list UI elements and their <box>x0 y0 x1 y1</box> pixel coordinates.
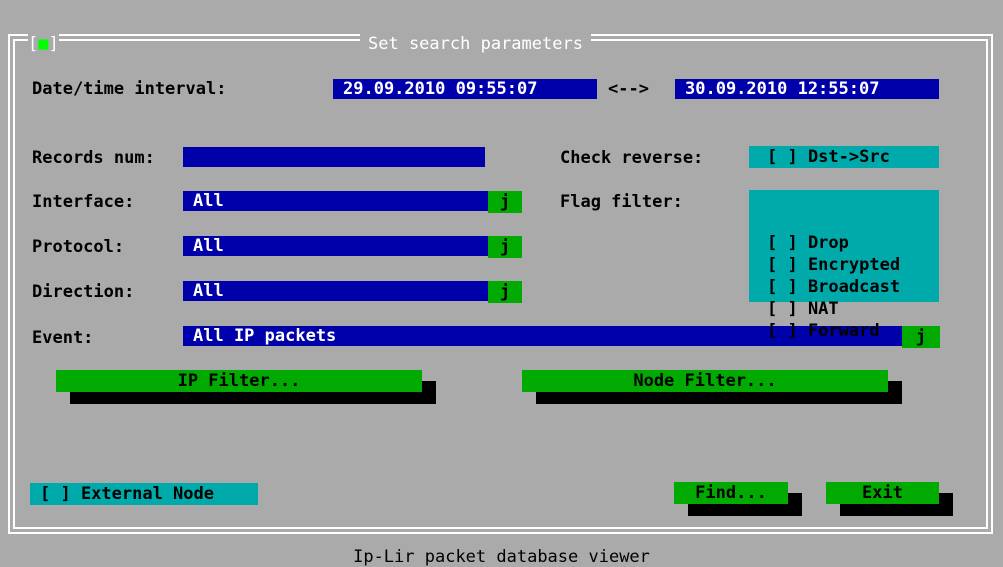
date-to-field[interactable]: 30.09.2010 12:55:07 <box>675 79 939 99</box>
date-separator: <--> <box>608 79 649 99</box>
interface-dropdown-button[interactable]: j <box>488 191 522 213</box>
flag-broadcast-checkbox[interactable]: [ ] Broadcast <box>767 276 939 298</box>
records-num-label: Records num: <box>32 148 155 168</box>
flag-nat-checkbox[interactable]: [ ] NAT <box>767 298 939 320</box>
interface-label: Interface: <box>32 192 135 212</box>
find-button[interactable]: Find... <box>674 482 788 504</box>
date-interval-label: Date/time interval: <box>32 79 227 99</box>
interface-field[interactable]: All <box>183 191 489 211</box>
direction-label: Direction: <box>32 282 135 302</box>
ip-filter-button[interactable]: IP Filter... <box>56 370 422 392</box>
check-reverse-checkbox[interactable]: [ ] Dst->Src <box>749 146 939 168</box>
check-reverse-label: Check reverse: <box>560 148 704 168</box>
records-num-field[interactable] <box>183 147 485 167</box>
close-box[interactable]: [■] <box>28 34 59 54</box>
close-icon[interactable]: ■ <box>38 34 48 54</box>
external-node-checkbox[interactable]: [ ] External Node <box>30 483 258 505</box>
status-bar: Ip-Lir packet database viewer <box>353 547 650 567</box>
date-from-field[interactable]: 29.09.2010 09:55:07 <box>333 79 597 99</box>
flag-filter-box: [ ] Drop[ ] Encrypted[ ] Broadcast[ ] NA… <box>749 190 939 341</box>
direction-field[interactable]: All <box>183 281 489 301</box>
event-label: Event: <box>32 328 94 348</box>
flag-drop-checkbox[interactable]: [ ] Drop <box>767 232 939 254</box>
direction-dropdown-button[interactable]: j <box>488 281 522 303</box>
dialog-title: Set search parameters <box>360 34 591 54</box>
protocol-dropdown-button[interactable]: j <box>488 236 522 258</box>
node-filter-button[interactable]: Node Filter... <box>522 370 888 392</box>
flag-filter-label: Flag filter: <box>560 192 683 212</box>
exit-button[interactable]: Exit <box>826 482 939 504</box>
flag-encrypted-checkbox[interactable]: [ ] Encrypted <box>767 254 939 276</box>
protocol-field[interactable]: All <box>183 236 489 256</box>
flag-forward-checkbox[interactable]: [ ] Forward <box>767 320 939 342</box>
protocol-label: Protocol: <box>32 237 125 257</box>
